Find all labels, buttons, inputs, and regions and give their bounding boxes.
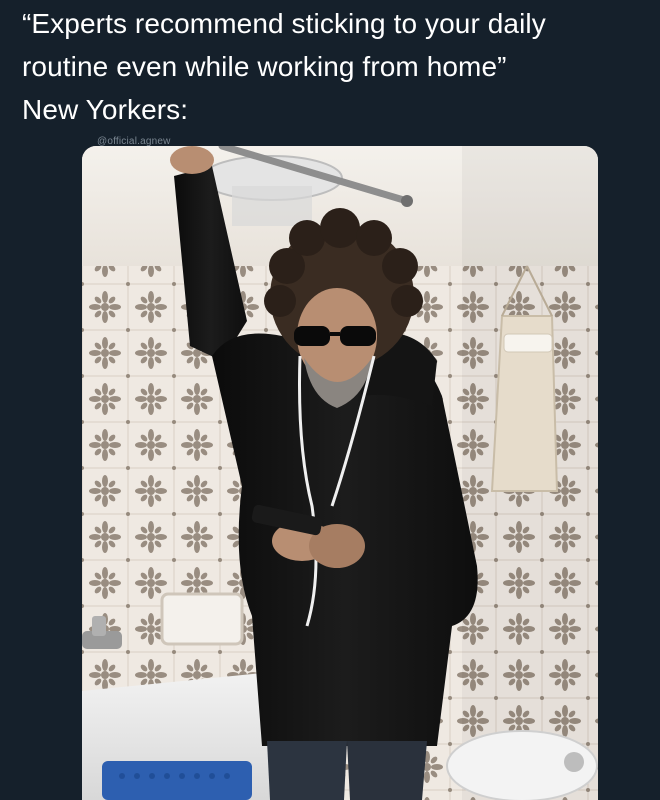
- caption-line-1: “Experts recommend sticking to your dail…: [22, 8, 546, 39]
- photo-illustration: [82, 146, 598, 800]
- meme-page: “Experts recommend sticking to your dail…: [0, 0, 660, 800]
- soap-dish: [160, 592, 244, 646]
- bath-mat: [102, 761, 252, 800]
- caption-line-3: New Yorkers:: [22, 94, 189, 125]
- meme-caption: “Experts recommend sticking to your dail…: [22, 2, 642, 131]
- meme-photo: [82, 146, 598, 800]
- caption-line-2: routine even while working from home”: [22, 51, 507, 82]
